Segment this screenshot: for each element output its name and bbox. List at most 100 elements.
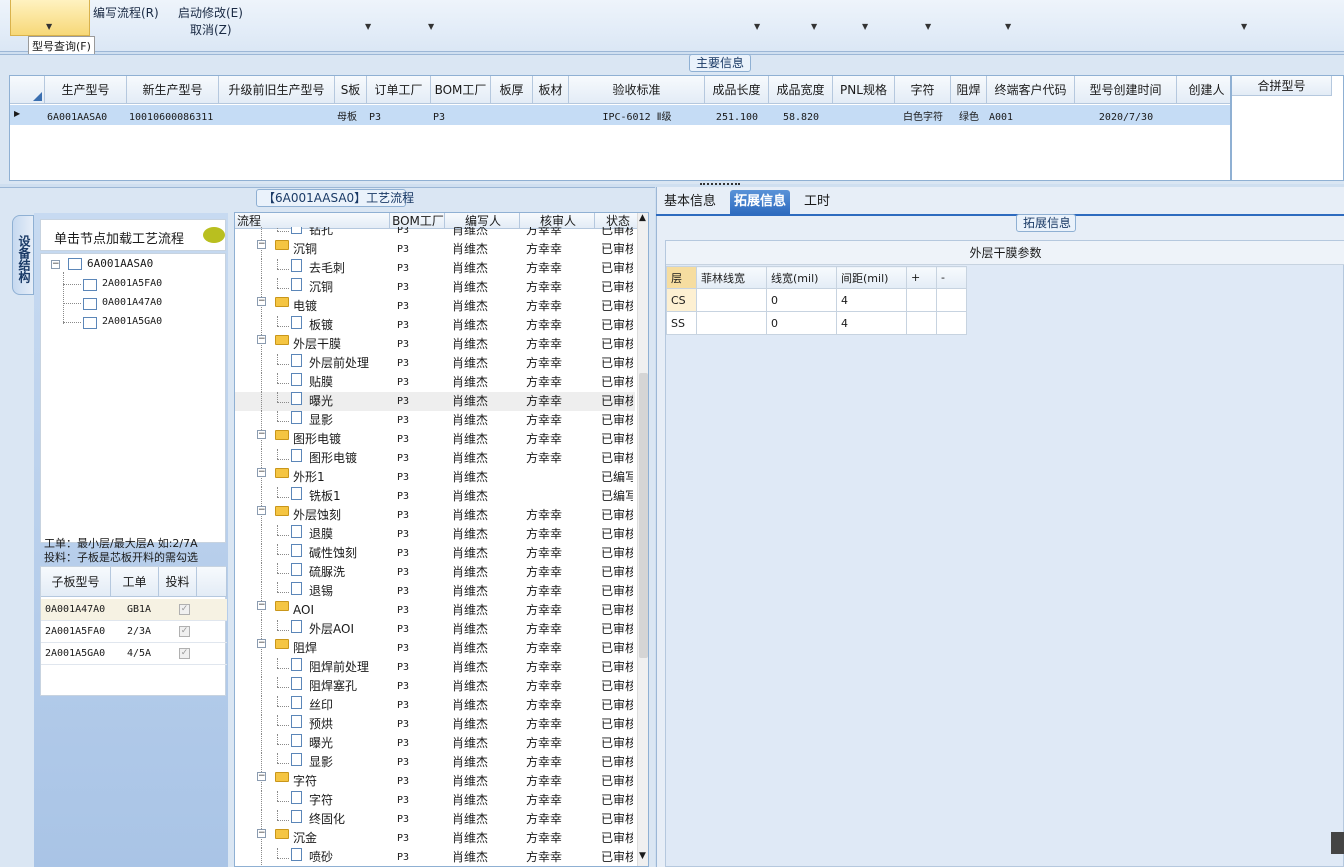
collapse-icon[interactable]: − xyxy=(257,297,266,306)
table-cell[interactable]: 母板 xyxy=(337,108,365,128)
feed-checkbox[interactable]: ✓ xyxy=(179,604,190,615)
tree-row[interactable]: − 字符 P3 肖维杰 方幸幸 已审核 xyxy=(235,772,635,791)
film-width-cell[interactable] xyxy=(696,311,767,335)
tree-row[interactable]: 贴膜 P3 肖维杰 方幸幸 已审核 xyxy=(235,373,635,392)
tree-row[interactable]: 退膜 P3 肖维杰 方幸幸 已审核 xyxy=(235,525,635,544)
table-cell[interactable] xyxy=(535,108,567,128)
scroll-thumb[interactable] xyxy=(639,373,648,658)
tree-row[interactable]: 终固化 P3 肖维杰 方幸幸 已审核 xyxy=(235,810,635,829)
table-cell[interactable]: 6A001AASA0 xyxy=(47,108,125,128)
line-width-cell[interactable]: 0 xyxy=(766,288,837,312)
tree-node[interactable]: 2A001A5FA0 xyxy=(102,278,162,289)
tree-row[interactable]: 喷砂 P3 肖维杰 方幸幸 已审核 xyxy=(235,848,635,866)
tree-row[interactable]: 铣板1 P3 肖维杰 已编写 xyxy=(235,487,635,506)
column-header[interactable]: 阻焊 xyxy=(951,76,987,104)
column-header[interactable]: 订单工厂 xyxy=(367,76,431,104)
column-header[interactable]: 间距(mil) xyxy=(836,266,907,289)
chevron-down-icon[interactable]: ▼ xyxy=(428,22,434,31)
table-cell[interactable] xyxy=(835,108,893,128)
column-header[interactable]: 成品长度 xyxy=(705,76,769,104)
scrollbar[interactable]: ▲ ▼ xyxy=(637,213,648,866)
feed-checkbox[interactable]: ✓ xyxy=(179,648,190,659)
column-header[interactable]: 线宽(mil) xyxy=(766,266,837,289)
tree-row[interactable]: 字符 P3 肖维杰 方幸幸 已审核 xyxy=(235,791,635,810)
table-cell[interactable]: P3 xyxy=(369,108,429,128)
collapse-icon[interactable]: − xyxy=(257,430,266,439)
tree-row[interactable]: 阻焊塞孔 P3 肖维杰 方幸幸 已审核 xyxy=(235,677,635,696)
tree-row[interactable]: 丝印 P3 肖维杰 方幸幸 已审核 xyxy=(235,696,635,715)
chevron-down-icon[interactable]: ▼ xyxy=(1241,22,1247,31)
table-cell[interactable] xyxy=(221,108,333,128)
cancel-button[interactable]: 取消(Z) xyxy=(190,21,232,38)
tab-1[interactable]: 拓展信息 xyxy=(730,190,791,214)
chevron-down-icon[interactable]: ▼ xyxy=(862,22,868,31)
layer-cell[interactable]: SS xyxy=(666,311,697,335)
table-cell[interactable]: A001 xyxy=(989,108,1073,128)
line-width-cell[interactable]: 0 xyxy=(766,311,837,335)
spacing-cell[interactable]: 4 xyxy=(836,311,907,335)
column-header[interactable]: - xyxy=(936,266,967,289)
collapse-icon[interactable]: − xyxy=(257,829,266,838)
tree-node[interactable]: 0A001A47A0 xyxy=(102,297,162,308)
tree-row[interactable]: 板镀 P3 肖维杰 方幸幸 已审核 xyxy=(235,316,635,335)
tree-row[interactable]: − 电镀 P3 肖维杰 方幸幸 已审核 xyxy=(235,297,635,316)
tree-row[interactable]: 去毛刺 P3 肖维杰 方幸幸 已审核 xyxy=(235,259,635,278)
tree-row[interactable]: 退锡 P3 肖维杰 方幸幸 已审核 xyxy=(235,582,635,601)
table-cell[interactable]: 10010600086311 xyxy=(129,108,217,128)
column-header[interactable]: 生产型号 xyxy=(45,76,127,104)
table-cell[interactable]: 58.820 xyxy=(771,108,831,128)
tree-row[interactable]: − 外形1 P3 肖维杰 已编写 xyxy=(235,468,635,487)
scroll-up-icon[interactable]: ▲ xyxy=(639,213,646,223)
column-header[interactable]: S板 xyxy=(335,76,367,104)
table-cell[interactable]: IPC-6012 Ⅱ级 xyxy=(571,108,703,128)
tab-0[interactable]: 基本信息 xyxy=(660,190,720,214)
tree-row[interactable]: 图形电镀 P3 肖维杰 方幸幸 已审核 xyxy=(235,449,635,468)
tree-row[interactable]: 钻孔 P3 肖维杰 方幸幸 已审核 xyxy=(235,227,635,240)
column-header[interactable]: 工单 xyxy=(111,567,159,597)
table-row[interactable]: SS 0 4 xyxy=(666,311,967,335)
collapse-icon[interactable]: − xyxy=(257,506,266,515)
column-header[interactable]: 字符 xyxy=(895,76,951,104)
collapse-icon[interactable]: − xyxy=(257,639,266,648)
tree-row[interactable]: − AOI P3 肖维杰 方幸幸 已审核 xyxy=(235,601,635,620)
column-header[interactable]: 验收标准 xyxy=(569,76,705,104)
table-row[interactable]: 0A001A47A0 GB1A ✓ xyxy=(41,599,227,621)
splitter-grip[interactable] xyxy=(700,183,740,189)
scroll-down-icon[interactable]: ▼ xyxy=(639,851,646,861)
collapse-icon[interactable]: − xyxy=(257,772,266,781)
column-header[interactable]: 菲林线宽 xyxy=(696,266,767,289)
table-row[interactable]: CS 0 4 xyxy=(666,288,967,312)
table-cell[interactable] xyxy=(493,108,531,128)
collapse-icon[interactable]: − xyxy=(51,260,60,269)
column-header[interactable]: 成品宽度 xyxy=(769,76,833,104)
start-modify-button[interactable]: 启动修改(E) xyxy=(178,4,243,21)
tree-row[interactable]: − 外层干膜 P3 肖维杰 方幸幸 已审核 xyxy=(235,335,635,354)
tree-row[interactable]: 阻焊前处理 P3 肖维杰 方幸幸 已审核 xyxy=(235,658,635,677)
tree-row[interactable]: − 阻焊 P3 肖维杰 方幸幸 已审核 xyxy=(235,639,635,658)
tree-row[interactable]: 沉铜 P3 肖维杰 方幸幸 已审核 xyxy=(235,278,635,297)
table-cell[interactable]: 绿色 xyxy=(953,108,985,128)
tree-row[interactable]: 显影 P3 肖维杰 方幸幸 已审核 xyxy=(235,411,635,430)
tree-row[interactable]: 外层AOI P3 肖维杰 方幸幸 已审核 xyxy=(235,620,635,639)
layer-cell[interactable]: CS xyxy=(666,288,697,312)
table-cell[interactable]: 白色字符 xyxy=(897,108,949,128)
table-cell[interactable]: 251.100 xyxy=(707,108,767,128)
column-header[interactable]: 板材 xyxy=(533,76,569,104)
chevron-down-icon[interactable]: ▼ xyxy=(811,22,817,31)
chevron-down-icon[interactable]: ▼ xyxy=(1005,22,1011,31)
tab-2[interactable]: 工时 xyxy=(800,190,834,214)
tree-row[interactable]: − 图形电镀 P3 肖维杰 方幸幸 已审核 xyxy=(235,430,635,449)
column-header[interactable]: 投料 xyxy=(159,567,197,597)
equipment-structure-tab[interactable]: 设备结构 xyxy=(12,215,34,295)
table-cell[interactable]: 2020/7/30 xyxy=(1077,108,1175,128)
tree-row[interactable]: − 沉金 P3 肖维杰 方幸幸 已审核 xyxy=(235,829,635,848)
column-header[interactable]: 终端客户代码 xyxy=(987,76,1075,104)
column-header[interactable]: 层 xyxy=(666,266,697,289)
tree-row[interactable]: 曝光 P3 肖维杰 方幸幸 已审核 xyxy=(235,734,635,753)
plus-cell[interactable] xyxy=(906,288,937,312)
tree-node[interactable]: 2A001A5GA0 xyxy=(102,316,162,327)
table-cell[interactable] xyxy=(1179,108,1230,128)
column-header[interactable]: + xyxy=(906,266,937,289)
collapse-icon[interactable]: − xyxy=(257,601,266,610)
tree-row[interactable]: 预烘 P3 肖维杰 方幸幸 已审核 xyxy=(235,715,635,734)
